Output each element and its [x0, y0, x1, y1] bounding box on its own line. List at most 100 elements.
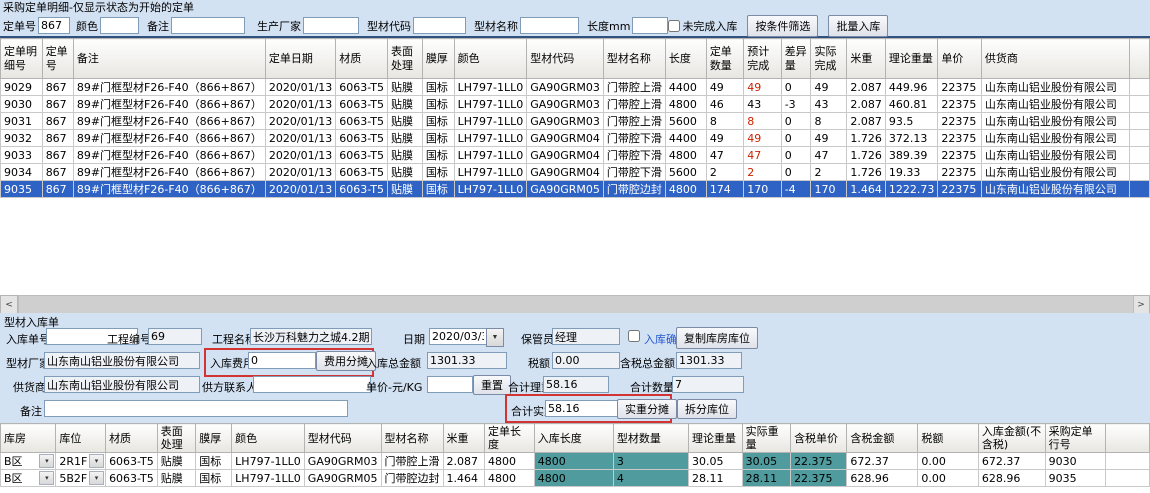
profile-code-filter-input[interactable] — [413, 17, 466, 34]
order-no-input[interactable] — [38, 17, 70, 34]
cell[interactable]: 2 — [744, 164, 781, 181]
combo-dropdown-icon[interactable]: ▾ — [39, 471, 54, 485]
inbound-confirm-checkbox[interactable] — [628, 330, 640, 342]
cell[interactable]: 贴膜 — [387, 113, 422, 130]
cell[interactable] — [1129, 130, 1149, 147]
cell[interactable]: 49 — [744, 79, 781, 96]
date-input[interactable] — [429, 328, 487, 345]
column-header[interactable]: 备注 — [73, 39, 265, 79]
cell[interactable]: 贴膜 — [387, 164, 422, 181]
cell[interactable]: 6063-T5 — [106, 453, 158, 470]
cell[interactable]: 5600 — [665, 113, 706, 130]
cell[interactable]: 山东南山铝业股份有限公司 — [981, 79, 1129, 96]
column-header[interactable]: 定单数量 — [706, 39, 743, 79]
cell[interactable]: 28.11 — [688, 470, 742, 487]
cell[interactable]: 门带腔上滑 — [603, 96, 665, 113]
cell[interactable]: 贴膜 — [387, 147, 422, 164]
cell[interactable]: 国标 — [422, 113, 454, 130]
column-header[interactable]: 库位 — [56, 424, 106, 453]
scrollbar-thumb[interactable] — [18, 295, 1134, 314]
cell[interactable]: 372.13 — [885, 130, 938, 147]
cell[interactable] — [1105, 453, 1149, 470]
cell[interactable]: 6063-T5 — [336, 79, 388, 96]
cell[interactable]: LH797-1LL0 — [454, 96, 527, 113]
cell[interactable]: 867 — [42, 130, 73, 147]
cell[interactable]: 2 — [811, 164, 847, 181]
table-row[interactable]: 902986789#门框型材F26-F40（866+867）2020/01/13… — [1, 79, 1150, 96]
cell[interactable]: 门带腔上滑 — [381, 453, 443, 470]
cell[interactable]: 0 — [781, 113, 811, 130]
cell[interactable]: LH797-1LL0 — [454, 79, 527, 96]
cell[interactable]: 6063-T5 — [336, 113, 388, 130]
cell[interactable]: 22375 — [938, 147, 982, 164]
scroll-left-icon[interactable]: < — [0, 295, 18, 314]
table-row[interactable]: 903586789#门框型材F26-F40（866+867）2020/01/13… — [1, 181, 1150, 198]
cell[interactable]: 贴膜 — [387, 181, 422, 198]
cell[interactable]: 6063-T5 — [336, 96, 388, 113]
column-header[interactable]: 定单明细号 — [1, 39, 43, 79]
cell[interactable]: 89#门框型材F26-F40（866+867） — [73, 130, 265, 147]
cell[interactable]: 9030 — [1045, 453, 1105, 470]
table-row[interactable]: 903286789#门框型材F26-F40（866+867）2020/01/13… — [1, 130, 1150, 147]
actual-weight-allocate-button[interactable]: 实重分摊 — [617, 399, 677, 419]
cell[interactable]: 2020/01/13 — [265, 96, 335, 113]
cell[interactable]: 9031 — [1, 113, 43, 130]
cell[interactable] — [1129, 79, 1149, 96]
column-header[interactable]: 理论重量 — [885, 39, 938, 79]
cell[interactable]: 0 — [781, 79, 811, 96]
column-header[interactable]: 颜色 — [454, 39, 527, 79]
remark-filter-input[interactable] — [171, 17, 245, 34]
cell[interactable]: 89#门框型材F26-F40（866+867） — [73, 79, 265, 96]
column-header[interactable]: 含税金额 — [847, 424, 918, 453]
column-header[interactable]: 入库金额(不含税) — [978, 424, 1045, 453]
cell[interactable]: 4 — [613, 470, 688, 487]
cell[interactable]: 449.96 — [885, 79, 938, 96]
cell[interactable]: 4800 — [485, 453, 535, 470]
cell[interactable]: 门带腔下滑 — [603, 130, 665, 147]
cell[interactable] — [1129, 113, 1149, 130]
cell[interactable]: 2R1F▾ — [56, 453, 106, 470]
cell[interactable]: 672.37 — [847, 453, 918, 470]
cell[interactable]: 628.96 — [847, 470, 918, 487]
table-row[interactable]: 903386789#门框型材F26-F40（866+867）2020/01/13… — [1, 147, 1150, 164]
cell[interactable]: 9030 — [1, 96, 43, 113]
cell[interactable]: 46 — [706, 96, 743, 113]
cell[interactable]: 8 — [706, 113, 743, 130]
cell[interactable]: 49 — [811, 79, 847, 96]
cell[interactable]: 8 — [811, 113, 847, 130]
total-theory-weight-input[interactable] — [543, 376, 609, 393]
combo-dropdown-icon[interactable]: ▾ — [39, 454, 54, 468]
total-qty-input[interactable] — [672, 376, 744, 393]
cell[interactable]: 国标 — [422, 96, 454, 113]
cell[interactable]: 2.087 — [847, 113, 886, 130]
cell[interactable]: 47 — [811, 147, 847, 164]
cell[interactable]: 22375 — [938, 181, 982, 198]
horizontal-scrollbar[interactable]: < > — [0, 295, 1150, 313]
cell[interactable]: 2020/01/13 — [265, 130, 335, 147]
inbound-fee-input[interactable] — [248, 352, 316, 369]
cell[interactable]: 国标 — [422, 79, 454, 96]
cell[interactable]: 国标 — [196, 453, 232, 470]
cell[interactable]: GA90GRM03 — [527, 79, 604, 96]
cell[interactable]: B区▾ — [1, 453, 56, 470]
cell[interactable]: 6063-T5 — [336, 147, 388, 164]
cell[interactable]: 389.39 — [885, 147, 938, 164]
color-filter-input[interactable] — [100, 17, 139, 34]
column-header[interactable]: 米重 — [847, 39, 886, 79]
cell[interactable]: GA90GRM03 — [527, 113, 604, 130]
column-header[interactable]: 型材名称 — [603, 39, 665, 79]
total-amount-input[interactable] — [427, 352, 507, 369]
cell[interactable] — [1129, 96, 1149, 113]
combo-dropdown-icon[interactable]: ▾ — [89, 454, 104, 468]
total-with-tax-input[interactable] — [676, 352, 742, 369]
tax-input[interactable] — [552, 352, 620, 369]
cell[interactable]: 山东南山铝业股份有限公司 — [981, 130, 1129, 147]
split-location-button[interactable]: 拆分库位 — [677, 399, 737, 419]
cell[interactable]: 89#门框型材F26-F40（866+867） — [73, 164, 265, 181]
column-header[interactable]: 入库长度 — [534, 424, 613, 453]
column-header[interactable]: 材质 — [106, 424, 158, 453]
cell[interactable]: 9034 — [1, 164, 43, 181]
cell[interactable]: 1.726 — [847, 130, 886, 147]
cell[interactable]: 1.726 — [847, 147, 886, 164]
profile-name-filter-input[interactable] — [520, 17, 579, 34]
